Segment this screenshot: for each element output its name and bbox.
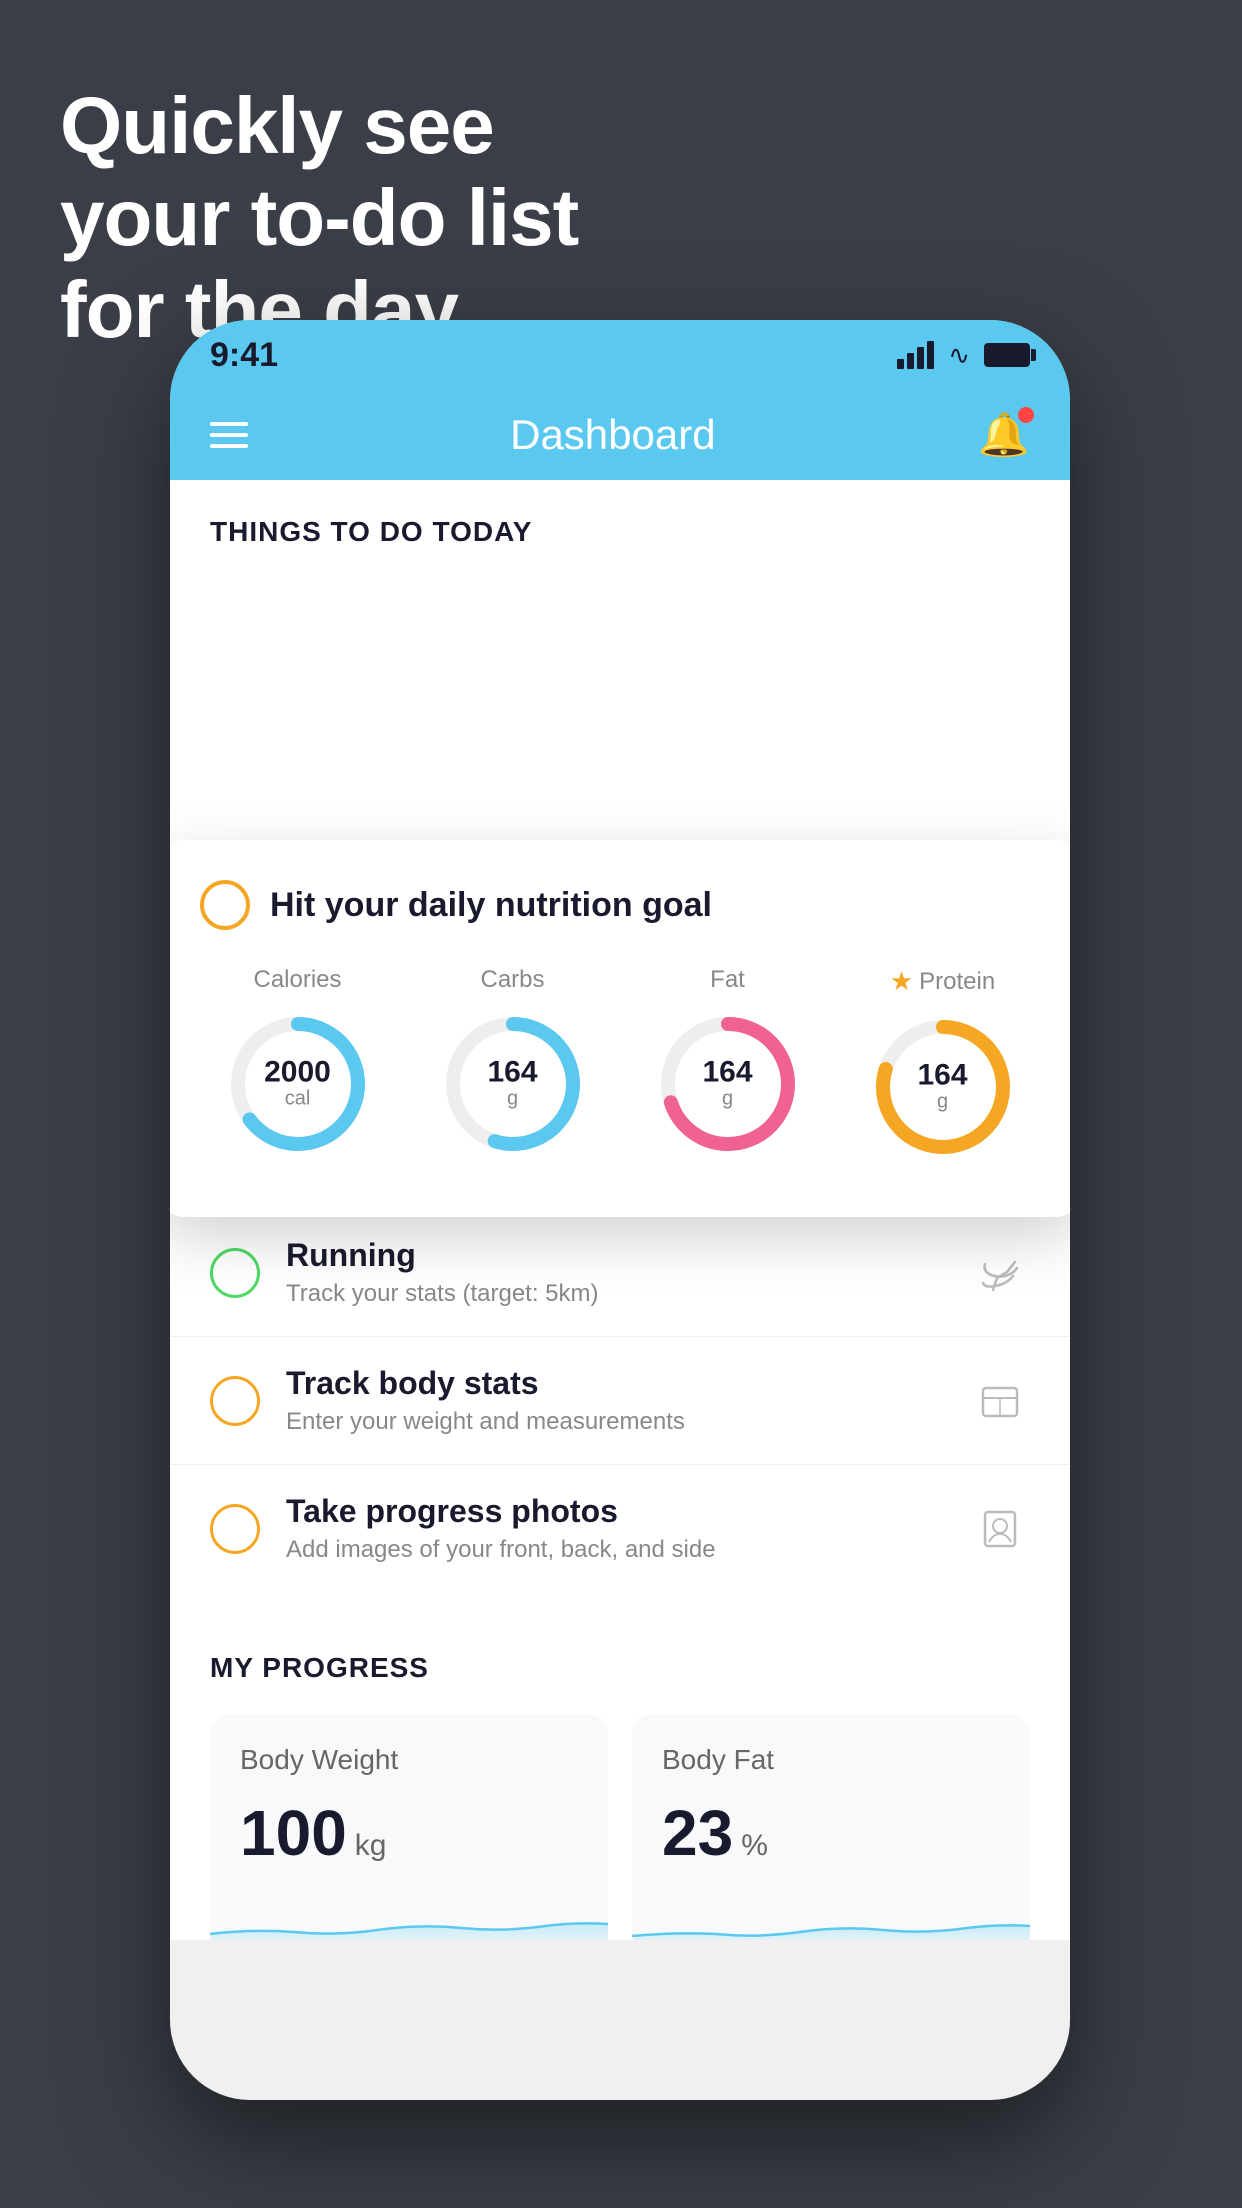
todo-subtitle-running: Track your stats (target: 5km)	[286, 1280, 944, 1308]
protein-donut: 164 g	[863, 1007, 1023, 1167]
fat-label: Fat	[710, 966, 745, 994]
fat-value: 164 g	[702, 1058, 752, 1111]
signal-icon	[897, 341, 934, 369]
nutrition-card-title-row: Hit your daily nutrition goal	[200, 880, 1040, 930]
todo-list: Running Track your stats (target: 5km)	[170, 1188, 1070, 1612]
nutrition-card: Hit your daily nutrition goal Calories	[170, 840, 1070, 1217]
carbs-value: 164 g	[487, 1058, 537, 1111]
menu-button[interactable]	[210, 422, 248, 448]
nutrition-todo-circle[interactable]	[200, 880, 250, 930]
status-icons: ∿	[897, 340, 1030, 371]
calories-stat: Calories 2000 cal	[218, 966, 378, 1167]
main-content: THINGS TO DO TODAY Hit your daily nutrit…	[170, 480, 1070, 2100]
todo-item-body-stats[interactable]: Track body stats Enter your weight and m…	[170, 1336, 1070, 1464]
nutrition-stats-row: Calories 2000 cal	[200, 966, 1040, 1167]
notification-button[interactable]: 🔔	[978, 411, 1030, 460]
body-fat-sparkline	[632, 1884, 1030, 1940]
scale-icon	[970, 1371, 1030, 1431]
todo-title-running: Running	[286, 1237, 944, 1274]
fat-donut: 164 g	[648, 1004, 808, 1164]
progress-cards-row: Body Weight 100 kg	[210, 1714, 1030, 1940]
body-fat-title: Body Fat	[662, 1744, 1000, 1776]
wifi-icon: ∿	[948, 340, 970, 371]
todo-item-running[interactable]: Running Track your stats (target: 5km)	[170, 1208, 1070, 1336]
fat-stat: Fat 164 g	[648, 966, 808, 1167]
protein-label: Protein	[919, 968, 995, 996]
protein-label-row: ★ Protein	[890, 966, 995, 997]
todo-item-progress-photos[interactable]: Take progress photos Add images of your …	[170, 1464, 1070, 1592]
todo-subtitle-progress-photos: Add images of your front, back, and side	[286, 1536, 944, 1564]
body-weight-value: 100 kg	[240, 1796, 578, 1870]
app-content-area: THINGS TO DO TODAY Hit your daily nutrit…	[170, 480, 1070, 1940]
things-to-do-header: THINGS TO DO TODAY	[170, 480, 1070, 568]
todo-title-progress-photos: Take progress photos	[286, 1493, 944, 1530]
todo-text-body-stats: Track body stats Enter your weight and m…	[286, 1365, 944, 1436]
carbs-donut: 164 g	[433, 1004, 593, 1164]
phone-frame: 9:41 ∿ Dashboard 🔔	[170, 320, 1070, 2100]
notification-badge	[1018, 407, 1034, 423]
calories-value: 2000 cal	[264, 1058, 331, 1111]
star-icon: ★	[890, 966, 913, 997]
nutrition-card-label: Hit your daily nutrition goal	[270, 886, 712, 925]
calories-donut: 2000 cal	[218, 1004, 378, 1164]
running-icon	[970, 1243, 1030, 1303]
todo-text-progress-photos: Take progress photos Add images of your …	[286, 1493, 944, 1564]
todo-title-body-stats: Track body stats	[286, 1365, 944, 1402]
body-fat-unit: %	[741, 1829, 768, 1863]
body-fat-card[interactable]: Body Fat 23 %	[632, 1714, 1030, 1940]
todo-circle-running	[210, 1248, 260, 1298]
status-bar: 9:41 ∿	[170, 320, 1070, 390]
calories-label: Calories	[253, 966, 341, 994]
todo-text-running: Running Track your stats (target: 5km)	[286, 1237, 944, 1308]
body-weight-sparkline	[210, 1884, 608, 1940]
todo-circle-progress-photos	[210, 1504, 260, 1554]
body-weight-title: Body Weight	[240, 1744, 578, 1776]
todo-circle-body-stats	[210, 1376, 260, 1426]
battery-icon	[984, 343, 1030, 367]
carbs-label: Carbs	[480, 966, 544, 994]
protein-value: 164 g	[917, 1061, 967, 1114]
protein-stat: ★ Protein 164 g	[863, 966, 1023, 1167]
todo-subtitle-body-stats: Enter your weight and measurements	[286, 1408, 944, 1436]
headline: Quickly see your to-do list for the day.	[60, 80, 578, 356]
status-time: 9:41	[210, 336, 278, 375]
progress-section: MY PROGRESS Body Weight 100 kg	[170, 1612, 1070, 1940]
body-weight-card[interactable]: Body Weight 100 kg	[210, 1714, 608, 1940]
portrait-icon	[970, 1499, 1030, 1559]
body-weight-unit: kg	[355, 1829, 387, 1863]
app-header: Dashboard 🔔	[170, 390, 1070, 480]
header-title: Dashboard	[510, 411, 715, 459]
progress-section-title: MY PROGRESS	[210, 1652, 1030, 1684]
carbs-stat: Carbs 164 g	[433, 966, 593, 1167]
body-fat-value: 23 %	[662, 1796, 1000, 1870]
